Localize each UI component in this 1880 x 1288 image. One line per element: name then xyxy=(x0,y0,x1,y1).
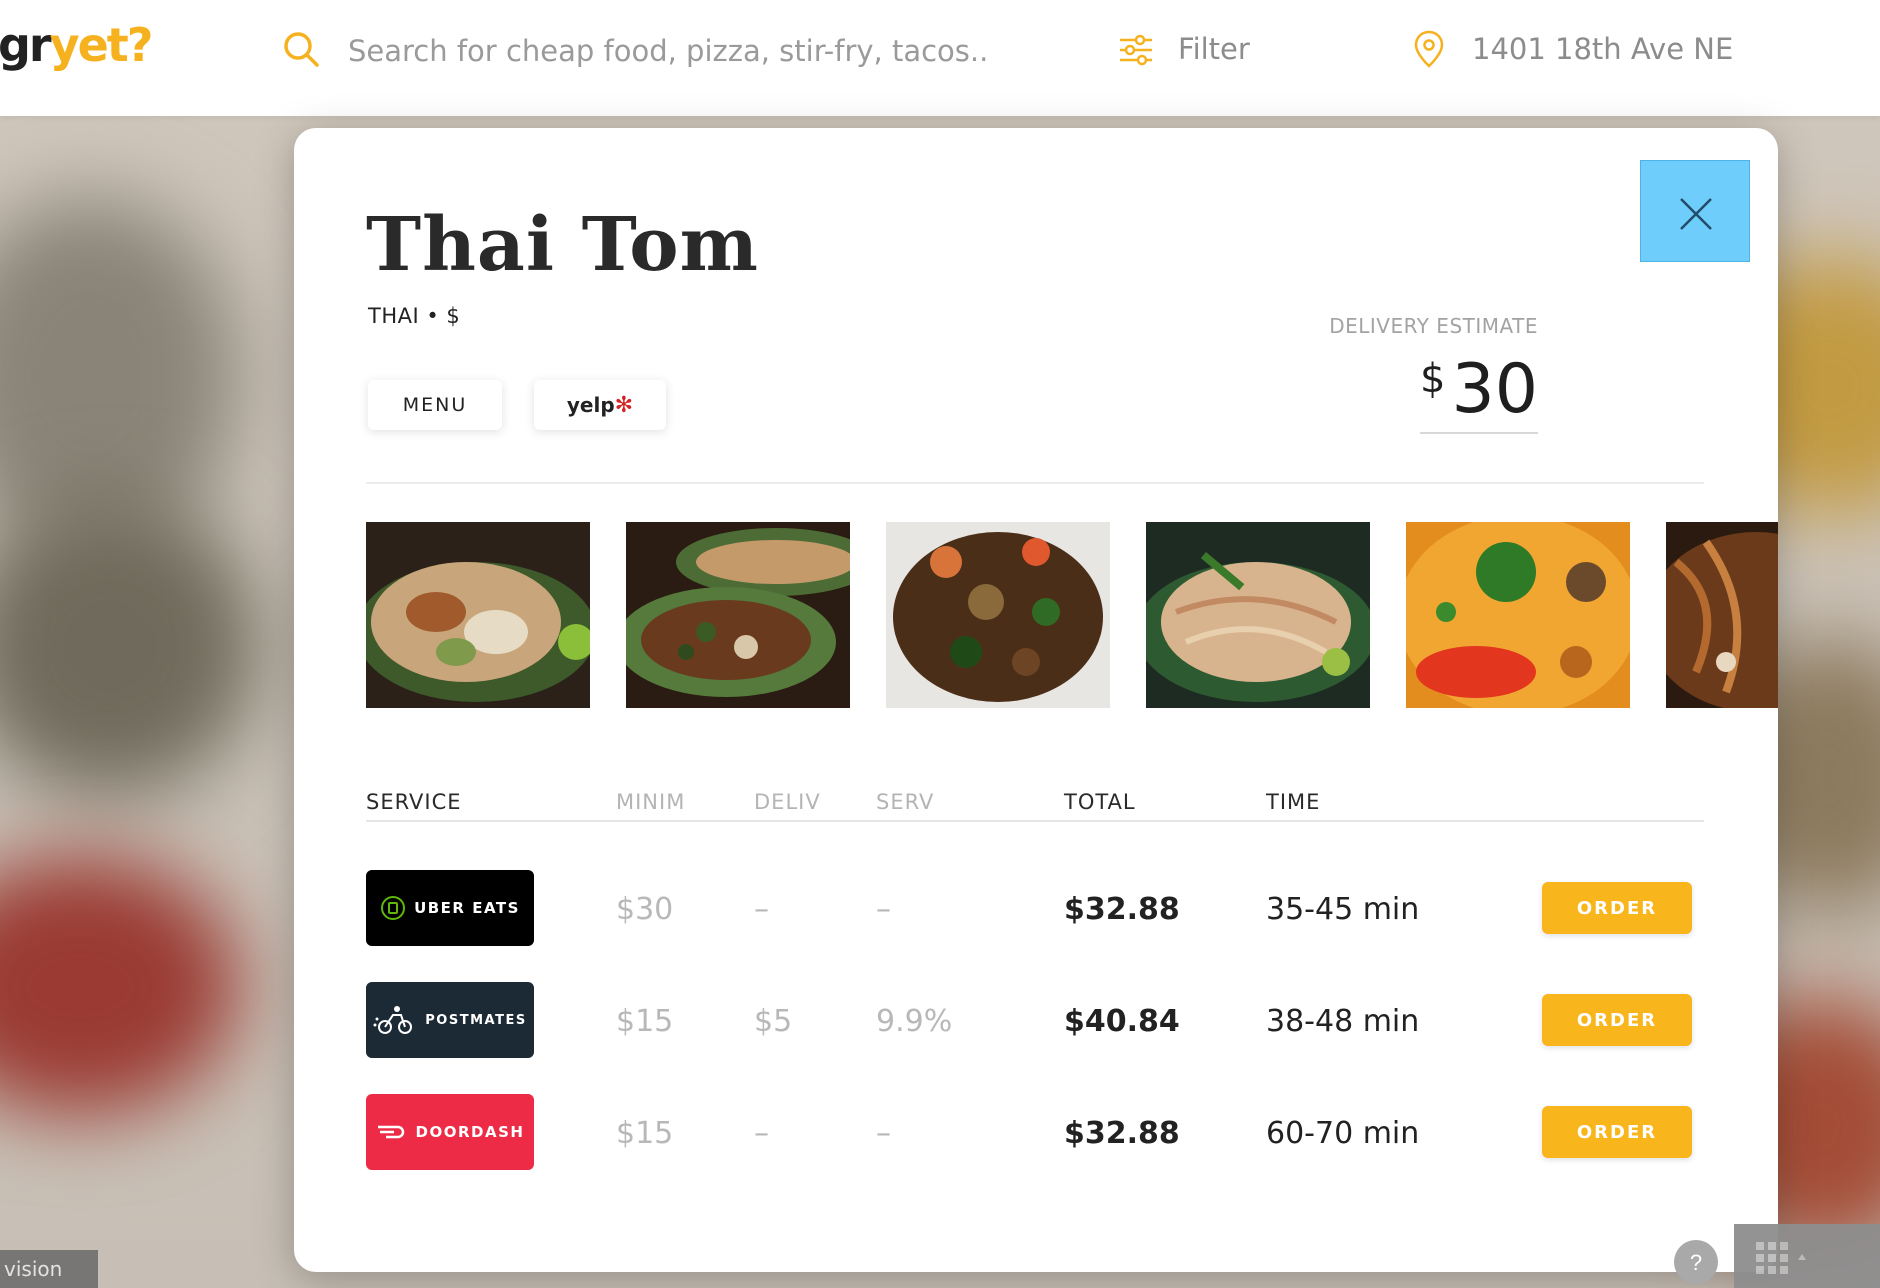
yelp-label: yelp xyxy=(566,392,615,417)
header-time: TIME xyxy=(1266,790,1321,814)
filter-label[interactable]: Filter xyxy=(1178,32,1250,66)
location-pin-icon xyxy=(1414,30,1444,68)
header-delivery: DELIV xyxy=(754,790,821,814)
header-total: TOTAL xyxy=(1064,790,1136,814)
postmates-service-fee: 9.9% xyxy=(876,1004,953,1039)
delivery-estimate-label: DELIVERY ESTIMATE xyxy=(1329,314,1538,338)
order-button-doordash[interactable]: ORDER xyxy=(1542,1106,1692,1158)
logo-accent: yet? xyxy=(49,18,154,72)
ubereats-total: $32.88 xyxy=(1064,892,1180,927)
section-divider xyxy=(366,482,1704,484)
postmates-minimum: $15 xyxy=(616,1004,674,1039)
postmates-total: $40.84 xyxy=(1064,1004,1180,1039)
invision-badge[interactable]: vision xyxy=(0,1250,98,1288)
doordash-minimum: $15 xyxy=(616,1116,674,1151)
ubereats-minimum: $30 xyxy=(616,892,674,927)
service-row-postmates: POSTMATES $15 $5 9.9% $40.84 38-48 min O… xyxy=(366,982,1704,1058)
header-service-fee: SERV xyxy=(876,790,935,814)
invision-label: vision xyxy=(4,1257,63,1281)
shrimp-noodles-photo[interactable] xyxy=(886,522,1110,708)
ubereats-label: UBER EATS xyxy=(414,899,520,917)
app-logo[interactable]: gryet? xyxy=(0,18,154,72)
toolbar-tray[interactable] xyxy=(1734,1224,1880,1288)
menu-button[interactable]: MENU xyxy=(368,380,502,430)
postmates-label: POSTMATES xyxy=(425,1012,527,1028)
doordash-delivery: – xyxy=(754,1116,769,1151)
header-minimum: MINIM xyxy=(616,790,686,814)
basil-stirfry-photo[interactable] xyxy=(626,522,850,708)
doordash-label: DOORDASH xyxy=(415,1123,525,1141)
doordash-logo: DOORDASH xyxy=(366,1094,534,1170)
services-table-header: SERVICE MINIM DELIV SERV TOTAL TIME xyxy=(366,780,1704,822)
photo-gallery[interactable] xyxy=(366,522,1778,708)
top-bar: gryet? Filter 1401 18th Ave NE xyxy=(0,0,1880,116)
restaurant-name: Thai Tom xyxy=(366,202,759,288)
ubereats-time: 35-45 min xyxy=(1266,892,1420,927)
doordash-service-fee: – xyxy=(876,1116,891,1151)
logo-prefix: gr xyxy=(0,18,52,72)
noodles-partial-photo[interactable] xyxy=(1666,522,1778,708)
search-input[interactable] xyxy=(346,28,990,74)
help-button[interactable]: ? xyxy=(1674,1240,1718,1284)
delivery-address[interactable]: 1401 18th Ave NE xyxy=(1472,32,1733,66)
ubereats-bag-icon xyxy=(381,896,406,920)
order-button-ubereats[interactable]: ORDER xyxy=(1542,882,1692,934)
estimate-amount: 30 xyxy=(1451,350,1538,429)
search-icon xyxy=(284,32,319,67)
yelp-button[interactable]: yelp✻ xyxy=(534,380,666,430)
pad-thai-photo[interactable] xyxy=(1146,522,1370,708)
service-row-doordash: DOORDASH $15 – – $32.88 60-70 min ORDER xyxy=(366,1094,1704,1170)
ubereats-logo: UBER EATS xyxy=(366,870,534,946)
yelp-burst-icon: ✻ xyxy=(614,392,634,418)
estimate-currency: $ xyxy=(1420,356,1446,402)
postmates-logo: POSTMATES xyxy=(366,982,534,1058)
close-icon xyxy=(1680,198,1712,230)
ubereats-service-fee: – xyxy=(876,892,891,927)
restaurant-subtitle: THAI • $ xyxy=(368,304,461,328)
postmates-delivery: $5 xyxy=(754,1004,793,1039)
delivery-estimate-value: $30 xyxy=(1420,350,1538,434)
restaurant-modal: Thai Tom THAI • $ MENU yelp✻ DELIVERY ES… xyxy=(294,128,1778,1272)
order-button-postmates[interactable]: ORDER xyxy=(1542,994,1692,1046)
doordash-time: 60-70 min xyxy=(1266,1116,1420,1151)
doordash-total: $32.88 xyxy=(1064,1116,1180,1151)
fried-rice-photo[interactable] xyxy=(366,522,590,708)
ubereats-delivery: – xyxy=(754,892,769,927)
header-service: SERVICE xyxy=(366,790,462,814)
close-button[interactable] xyxy=(1640,160,1750,262)
grid-icon xyxy=(1756,1242,1806,1274)
postmates-courier-icon xyxy=(373,1006,413,1034)
filter-icon[interactable] xyxy=(1118,32,1154,68)
service-row-ubereats: UBER EATS $30 – – $32.88 35-45 min ORDER xyxy=(366,870,1704,946)
postmates-time: 38-48 min xyxy=(1266,1004,1420,1039)
tom-yum-soup-photo[interactable] xyxy=(1406,522,1630,708)
doordash-dash-icon xyxy=(377,1125,404,1139)
